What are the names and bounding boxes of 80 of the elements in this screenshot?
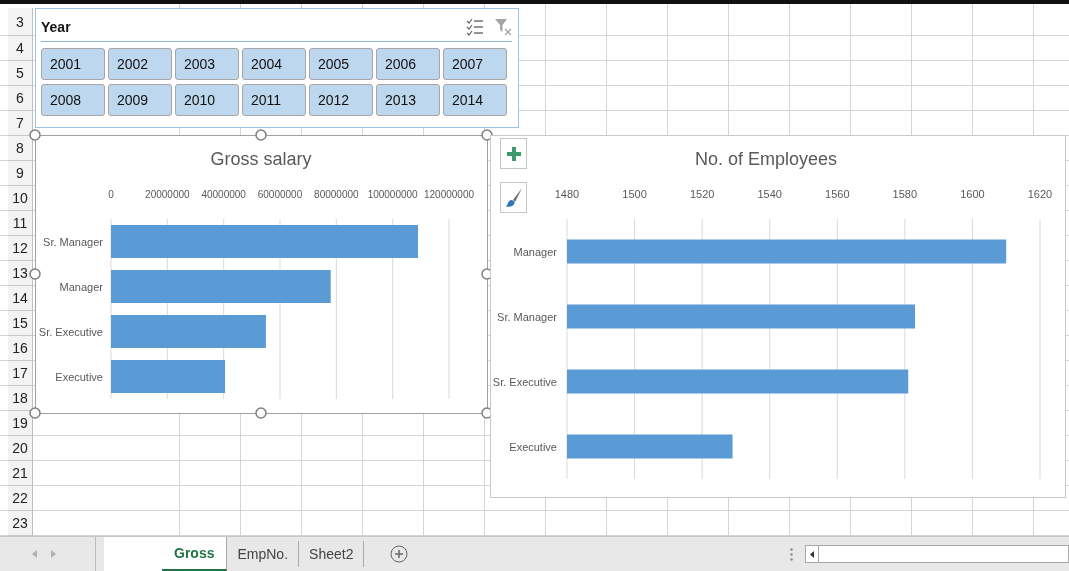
plus-icon — [506, 146, 521, 161]
slicer-item[interactable]: 2010 — [175, 84, 239, 116]
row-header[interactable]: 14 — [8, 286, 33, 311]
row-header[interactable]: 7 — [8, 111, 33, 136]
sheet-tab[interactable]: Sheet2 — [299, 541, 365, 567]
row-header[interactable]: 20 — [8, 436, 33, 461]
axis-tick-label: 120000000 — [423, 189, 475, 200]
axis-tick-label: 40000000 — [201, 189, 246, 200]
row-header[interactable]: 12 — [8, 236, 33, 261]
category-label: Sr. Manager — [497, 310, 557, 323]
row-header[interactable]: 21 — [8, 461, 33, 486]
slicer-item[interactable]: 2014 — [443, 84, 507, 116]
slicer-item[interactable]: 2008 — [41, 84, 105, 116]
row-header[interactable]: 6 — [8, 86, 33, 111]
row-header[interactable]: 8 — [8, 136, 33, 161]
row-header[interactable]: 18 — [8, 386, 33, 411]
axis-tick-label: 1520 — [689, 188, 715, 200]
sheet-tab[interactable]: EmpNo. — [227, 541, 300, 567]
row-header[interactable]: 17 — [8, 361, 33, 386]
slicer-item[interactable]: 2003 — [175, 48, 239, 80]
row-header[interactable]: 10 — [8, 186, 33, 211]
slicer-item[interactable]: 2013 — [376, 84, 440, 116]
row-header[interactable]: 15 — [8, 311, 33, 336]
new-sheet-icon[interactable] — [390, 545, 409, 563]
slicer-item[interactable]: 2009 — [108, 84, 172, 116]
row-header[interactable]: 23 — [8, 511, 33, 536]
axis-tick-label: 60000000 — [257, 189, 303, 200]
slicer-item[interactable]: 2012 — [309, 84, 373, 116]
axis-tick-label: 100000000 — [367, 189, 418, 200]
slicer-item[interactable]: 2002 — [108, 48, 172, 80]
horizontal-scrollbar[interactable] — [805, 545, 1069, 563]
slicer-item[interactable]: 2001 — [41, 48, 105, 80]
category-label: Sr. Executive — [38, 325, 103, 338]
axis-tick-label: 1560 — [825, 188, 850, 200]
sheet-tab[interactable]: Gross — [162, 537, 228, 571]
resize-handle[interactable] — [255, 407, 267, 419]
resize-handle[interactable] — [29, 129, 41, 141]
axis-tick-label: 0 — [108, 189, 114, 200]
axis-tick-label: 1600 — [960, 188, 985, 200]
category-label: Executive — [509, 440, 557, 453]
scroll-left-icon[interactable] — [810, 550, 814, 558]
chart-title: No. of Employees — [694, 149, 838, 169]
slicer-title: Year — [41, 19, 72, 35]
slicer-item[interactable]: 2007 — [443, 48, 507, 80]
resize-handle[interactable] — [29, 407, 41, 419]
more-icon[interactable] — [790, 547, 793, 561]
chart-elements-button[interactable] — [500, 138, 527, 169]
chart-panel[interactable]: Gross salary 0 20000000 40000000 60000000 80000000 100000000 120000000 Sr. Manager Manager Sr. Executive Executive — [35, 135, 488, 414]
axis-tick-label: 1580 — [892, 188, 918, 200]
slicer-item[interactable]: 2006 — [376, 48, 440, 80]
chart-styles-button[interactable] — [500, 182, 527, 213]
row-header[interactable]: 19 — [8, 411, 33, 436]
resize-handle[interactable] — [255, 129, 267, 141]
row-header[interactable]: 16 — [8, 336, 33, 361]
row-header[interactable]: 3 — [8, 8, 33, 36]
resize-handle[interactable] — [29, 268, 41, 280]
clear-filter-icon[interactable] — [494, 18, 512, 36]
axis-tick-label: 1620 — [1027, 188, 1053, 200]
axis-tick-label: 1480 — [554, 188, 580, 200]
row-header[interactable]: 5 — [8, 61, 33, 86]
row-header[interactable]: 4 — [8, 36, 33, 61]
category-label: Sr. Manager — [43, 235, 103, 248]
axis-tick-label: 1500 — [622, 188, 647, 200]
multi-select-icon[interactable] — [466, 18, 484, 36]
axis-tick-label: 80000000 — [314, 189, 359, 200]
category-label: Sr. Executive — [492, 375, 557, 388]
row-header[interactable]: 13 — [8, 261, 33, 286]
category-label: Manager — [59, 280, 103, 293]
row-header[interactable]: 22 — [8, 486, 33, 511]
category-label: Manager — [513, 245, 557, 258]
row-header[interactable]: 11 — [8, 211, 33, 236]
slicer-item[interactable]: 2011 — [242, 84, 306, 116]
axis-tick-label: 20000000 — [145, 189, 190, 200]
category-label: Executive — [55, 370, 103, 383]
chart-title: Gross salary — [210, 149, 312, 169]
axis-tick-label: 1540 — [757, 188, 782, 200]
chart-panel[interactable]: No. of Employees 1480 1500 1520 1540 1560 1580 1600 1620 Manager Sr. Manager Sr. Executive Executive — [490, 135, 1066, 498]
slicer-item[interactable]: 2005 — [309, 48, 373, 80]
slicer-item[interactable]: 2004 — [242, 48, 306, 80]
row-header[interactable]: 9 — [8, 161, 33, 186]
